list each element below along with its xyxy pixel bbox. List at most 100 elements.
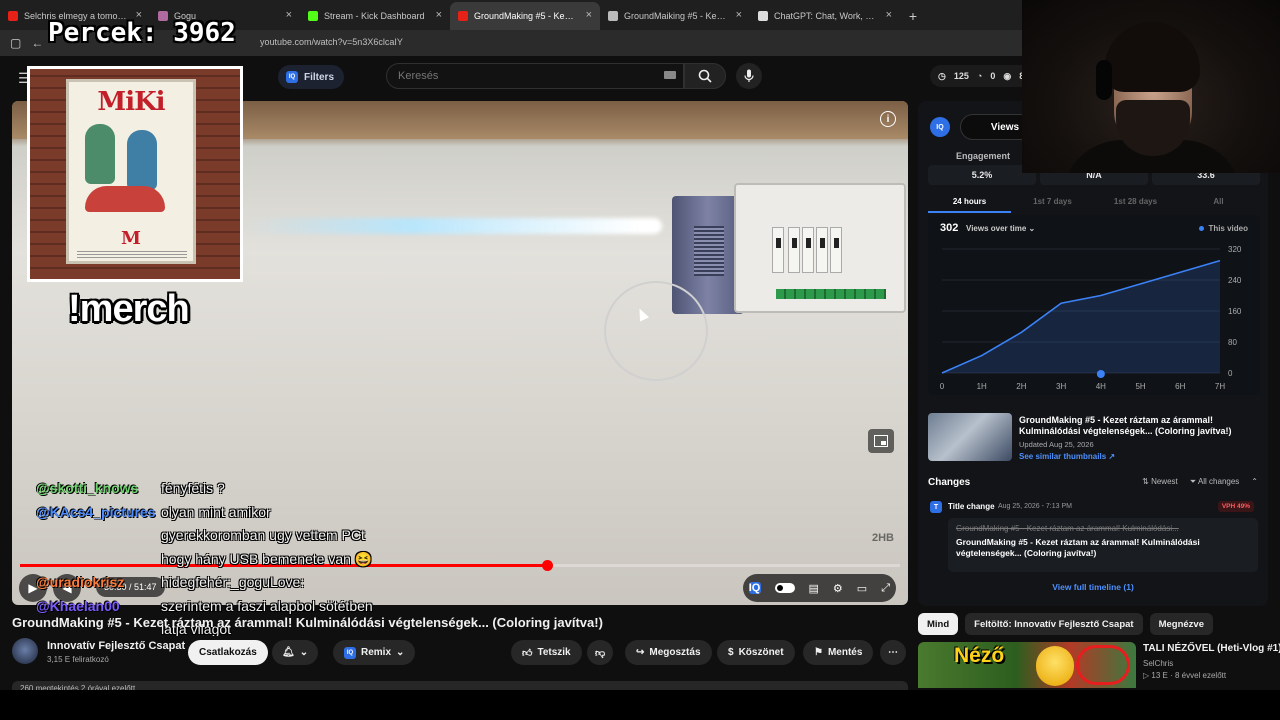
chip-all[interactable]: Mind: [918, 613, 959, 635]
y-tick-label: 240: [1228, 276, 1242, 285]
tab-close-icon[interactable]: ×: [286, 9, 292, 21]
join-label: Csatlakozás: [199, 647, 257, 658]
engagement-label: Engagement: [956, 151, 1011, 161]
new-title: GroundMaking #5 - Kezet ráztam az áramma…: [956, 537, 1200, 558]
thanks-button[interactable]: $ Köszönet: [717, 640, 795, 665]
sort-newest[interactable]: ⇅ Newest: [1142, 477, 1178, 487]
screen: Selchris elmegy a tomorrowland×Gogu×Stre…: [0, 0, 1280, 720]
led-strip: [242, 218, 662, 234]
thumbs-down-icon: 👎︎: [595, 647, 606, 659]
chat-message: hidegfehér:_goguLove:: [161, 574, 305, 590]
tab-favicon: [8, 11, 18, 21]
breaker: [772, 227, 784, 273]
pip-button[interactable]: [868, 429, 894, 453]
new-tab-button[interactable]: +: [900, 2, 926, 30]
change-type: Title change: [948, 502, 995, 511]
dislike-button[interactable]: 👎︎: [587, 640, 614, 665]
recommended-thumbnail[interactable]: Néző: [918, 642, 1136, 688]
clock-icon: ◷: [938, 70, 946, 81]
breaker: [816, 227, 828, 273]
poster-title: MiKi: [97, 87, 165, 117]
filter-all-changes[interactable]: ⏷ All changes: [1190, 477, 1240, 487]
more-actions-button[interactable]: ⋯: [880, 640, 906, 665]
share-icon: ↪: [636, 647, 645, 658]
likes-count: 0: [990, 71, 996, 81]
legend-this-video: This video: [1199, 224, 1248, 233]
join-button[interactable]: Csatlakozás: [188, 640, 268, 665]
collapse-icon[interactable]: ⌃: [1251, 477, 1258, 487]
share-label: Megosztás: [649, 647, 701, 658]
url-text[interactable]: youtube.com/watch?v=5n3X6clcaIY: [260, 37, 403, 47]
y-tick-label: 160: [1228, 307, 1242, 316]
y-tick-label: 320: [1228, 245, 1242, 254]
share-button[interactable]: ↪ Megosztás: [625, 640, 712, 665]
chat-username: @KAcs4_pictures: [36, 503, 156, 520]
tab-label: GroundMaiking #5 - Kezet rázi: [624, 11, 728, 21]
tab-favicon: [608, 11, 618, 21]
recommended-channel[interactable]: SelChris: [1143, 659, 1173, 668]
subtitles-icon[interactable]: ▤: [809, 582, 819, 595]
stats-pill[interactable]: ◷125 ◔0 ◉8: [930, 65, 1033, 87]
chat-username: @skotti_knows: [36, 480, 139, 496]
iq-analytics-panel: IQ Views Engagement 5.2% N/A 33.6 24 hou…: [918, 101, 1268, 606]
tab-close-icon[interactable]: ×: [436, 9, 442, 21]
chip-watched[interactable]: Megnézve: [1149, 613, 1213, 635]
minutes-counter: Percek: 3962: [48, 18, 236, 48]
pip-icon: [874, 435, 888, 447]
bookmark-icon: ⚑: [814, 647, 823, 658]
brick-wall: MiKi M: [30, 69, 240, 279]
back-icon[interactable]: ←: [31, 36, 43, 50]
tab-label: GroundMaking #5 - Kezet rázta: [474, 11, 578, 21]
save-button[interactable]: ⚑ Mentés: [803, 640, 874, 665]
channel-avatar[interactable]: [12, 638, 38, 664]
video-thumbnail[interactable]: [928, 413, 1012, 461]
vph-badge: VPH 49%: [1217, 501, 1254, 512]
tab-close-icon[interactable]: ×: [736, 9, 742, 21]
chat-message: szerintem a faszi alapbol sötétben: [161, 597, 373, 614]
recommended-views: 13 E: [1151, 671, 1168, 680]
notification-button[interactable]: 🔔︎ ⌄: [272, 640, 319, 665]
fullscreen-icon[interactable]: ⤢: [881, 582, 890, 595]
upload-marker[interactable]: [1096, 370, 1105, 378]
settings-icon[interactable]: ⚙: [833, 582, 843, 595]
voice-search-button[interactable]: [736, 63, 762, 89]
chat-username: @Khaelan00: [36, 597, 120, 614]
range-tab-28d[interactable]: 1st 28 days: [1094, 193, 1177, 213]
search-box[interactable]: [386, 63, 684, 89]
recommended-title[interactable]: TALI NÉZŐVEL (Heti-Vlog #1): [1143, 643, 1280, 654]
y-tick-label: 0: [1228, 369, 1233, 378]
x-tick-label: 3H: [1056, 382, 1066, 391]
x-tick-label: 5H: [1135, 382, 1145, 391]
autoplay-toggle[interactable]: [774, 583, 795, 593]
iq-player-icon[interactable]: IQ: [748, 582, 761, 594]
full-timeline-link[interactable]: View full timeline (1): [918, 582, 1268, 592]
tab-close-icon[interactable]: ×: [586, 9, 592, 21]
x-tick-label: 6H: [1175, 382, 1185, 391]
like-button[interactable]: 👍︎ Tetszik: [511, 640, 582, 665]
range-tab-7d[interactable]: 1st 7 days: [1011, 193, 1094, 213]
range-tab-24h[interactable]: 24 hours: [928, 193, 1011, 213]
info-icon[interactable]: i: [880, 111, 896, 127]
tab-close-icon[interactable]: ×: [886, 9, 892, 21]
browser-tab[interactable]: GroundMaking #5 - Kezet rázta ×: [450, 2, 600, 30]
tab-label: ChatGPT: Chat, Work, Create &: [774, 11, 878, 21]
miniplayer-icon[interactable]: ▭: [857, 582, 867, 595]
keyboard-icon[interactable]: [664, 71, 676, 79]
channel-name[interactable]: Innovatív Fejlesztő Csapat: [47, 640, 185, 652]
search-input[interactable]: [398, 70, 658, 82]
sidebar-toggle-icon[interactable]: ▢: [10, 36, 21, 50]
see-similar-link[interactable]: See similar thumbnails ↗: [1019, 452, 1115, 461]
search-button[interactable]: [684, 63, 726, 89]
filters-button[interactable]: IQ Filters: [278, 65, 345, 89]
browser-tab[interactable]: GroundMaiking #5 - Kezet rázi ×: [600, 2, 750, 30]
browser-tab[interactable]: ChatGPT: Chat, Work, Create & ×: [750, 2, 900, 30]
browser-tab[interactable]: Stream - Kick Dashboard ×: [300, 2, 450, 30]
range-tab-all[interactable]: All: [1177, 193, 1260, 213]
remix-button[interactable]: IQ Remix ⌄: [333, 640, 416, 665]
thanks-icon: $: [728, 647, 734, 658]
chip-uploader[interactable]: Feltöltő: Innovatív Fejlesztő Csapat: [965, 613, 1143, 635]
views-over-time-dropdown[interactable]: Views over time ⌄: [966, 224, 1035, 233]
changes-heading: Changes: [928, 477, 971, 488]
progress-handle[interactable]: [541, 560, 553, 571]
thanks-label: Köszönet: [738, 647, 784, 658]
